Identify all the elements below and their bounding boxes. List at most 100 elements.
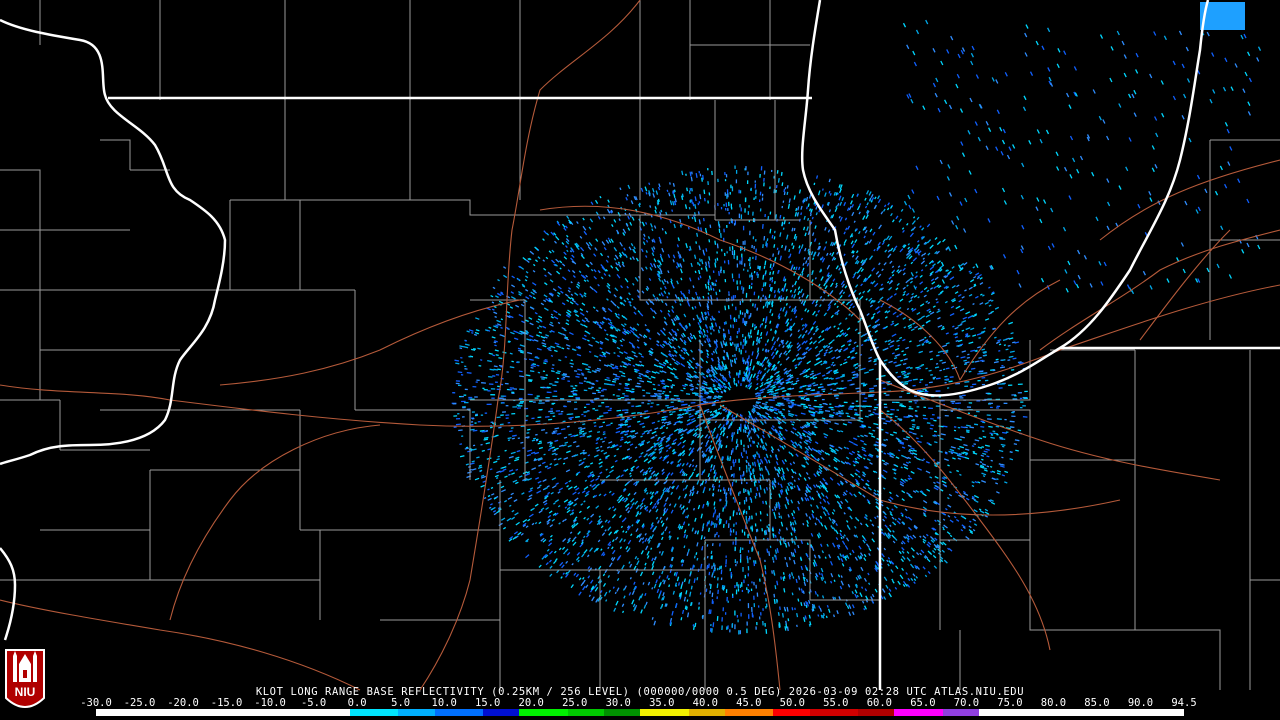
echo-mark [583,549,588,554]
echo-mark [841,373,845,376]
echo-mark [934,366,940,369]
echo-mark [698,301,702,307]
echo-mark [715,390,720,393]
echo-mark [543,294,548,298]
echo-mark [552,430,558,433]
echo-mark [792,322,796,327]
echo-mark [929,311,935,315]
echo-mark [790,468,795,474]
echo-mark [877,198,882,204]
echo-mark [793,541,796,545]
echo-mark [620,374,626,378]
echo-mark [846,605,850,610]
echo-mark [520,441,524,444]
echo-mark [529,322,534,326]
echo-mark [858,230,861,235]
echo-mark [949,448,955,452]
echo-mark [787,618,790,622]
echo-mark [661,227,664,231]
echo-mark [792,427,797,431]
echo-mark [905,292,910,297]
echo-mark [613,294,617,298]
echo-mark [716,583,719,589]
echo-mark [826,264,831,270]
echo-mark [850,240,854,245]
echo-mark [704,443,708,447]
echo-mark [608,441,613,444]
echo-mark [859,266,863,270]
echo-mark [782,389,787,393]
echo-mark [475,317,480,320]
echo-mark [675,484,680,490]
echo-mark [818,572,821,576]
echo-mark [821,505,825,510]
echo-mark [773,466,777,471]
echo-mark [575,285,580,289]
echo-mark [770,328,773,332]
echo-mark [764,570,767,575]
echo-mark [606,446,611,449]
echo-mark [912,490,917,494]
echo-mark [916,244,920,248]
echo-mark [626,441,631,444]
echo-mark [869,228,873,233]
echo-mark [900,466,903,469]
echo-mark [639,312,644,317]
echo-mark [663,290,667,295]
echo-mark [599,347,603,350]
echo-mark [773,290,776,294]
echo-mark [977,481,981,484]
echo-mark [597,431,601,434]
echo-mark [621,263,625,268]
echo-mark [749,329,752,335]
echo-mark [635,257,639,262]
echo-mark [582,585,586,591]
echo-mark [685,393,691,395]
echo-mark [934,475,939,479]
echo-mark [814,591,817,595]
echo-mark [575,573,580,578]
echo-mark [901,550,905,554]
echo-mark [620,436,624,439]
echo-mark [979,282,984,285]
echo-mark [660,209,663,213]
echo-mark [683,545,686,549]
echo-mark [831,511,835,515]
echo-mark [936,260,941,264]
echo-mark [709,468,713,472]
echo-mark [908,494,913,499]
echo-mark [919,365,923,368]
echo-mark [886,559,889,563]
echo-mark [782,436,786,441]
echo-mark [804,451,807,454]
echo-mark [920,269,924,272]
echo-mark [942,518,946,521]
echo-mark [709,224,712,228]
echo-mark [716,367,719,371]
echo-mark [889,496,894,501]
echo-mark [896,269,900,273]
echo-mark [805,604,808,608]
echo-mark [905,346,910,350]
echo-mark [877,241,881,246]
echo-mark [512,479,518,483]
echo-mark [679,263,683,268]
echo-mark [907,246,911,250]
echo-mark [489,503,493,506]
echo-mark [490,486,494,489]
echo-mark [525,374,531,377]
echo-mark [687,366,691,369]
echo-mark [828,209,832,213]
echo-mark [595,446,599,450]
echo-mark [681,413,685,416]
echo-mark [578,270,582,274]
echo-mark [860,434,864,438]
echo-mark [731,448,734,453]
echo-mark [815,504,819,509]
echo-mark [844,544,849,550]
echo-mark [898,218,902,223]
echo-mark [717,329,720,334]
echo-mark [730,362,733,367]
echo-mark [887,253,892,259]
echo-mark [909,340,912,343]
